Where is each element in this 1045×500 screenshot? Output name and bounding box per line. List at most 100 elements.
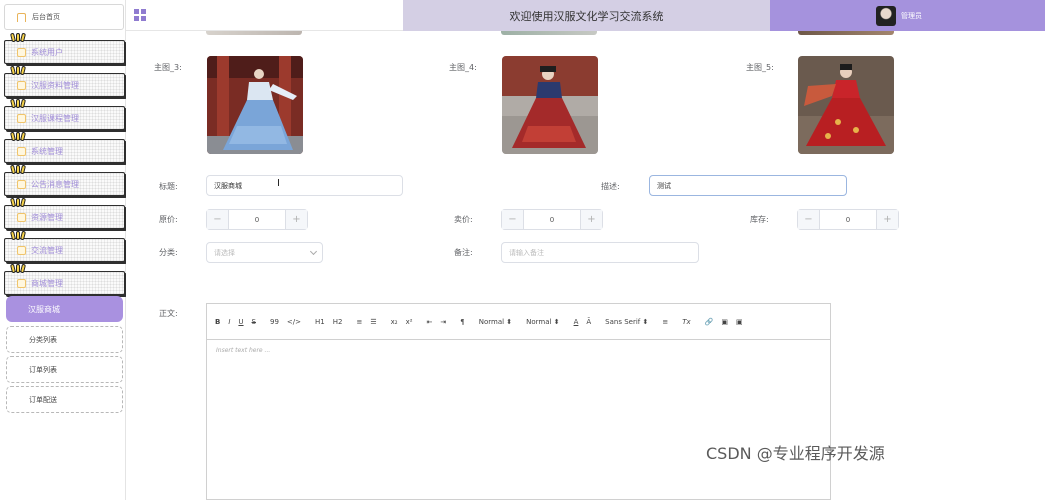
- link-button[interactable]: 🔗: [705, 318, 714, 326]
- clip-icon: [9, 197, 27, 208]
- underline-button[interactable]: U: [238, 318, 243, 326]
- image-strip: [501, 31, 597, 35]
- img4-label: 主图_4:: [449, 63, 477, 72]
- page-title: 欢迎使用汉服文化学习交流系统: [403, 0, 770, 31]
- align-button[interactable]: ≡: [662, 318, 668, 326]
- title-label: 标题:: [159, 182, 178, 191]
- plus-icon[interactable]: +: [580, 210, 602, 229]
- minus-icon[interactable]: −: [207, 210, 229, 229]
- body-label: 正文:: [159, 309, 178, 318]
- sale-price-stepper[interactable]: − 0 +: [501, 209, 603, 230]
- sidebar-item-resource[interactable]: 资源管理: [4, 197, 125, 229]
- strike-button[interactable]: S: [252, 318, 256, 326]
- top-header: 欢迎使用汉服文化学习交流系统 管理员: [126, 0, 1045, 31]
- avatar: [876, 5, 896, 26]
- outdent-button[interactable]: ⇤: [427, 318, 433, 326]
- header-left: [126, 0, 403, 31]
- orig-price-value[interactable]: 0: [229, 210, 285, 229]
- sidebar-item-hanfu-data[interactable]: 汉服资料管理: [4, 65, 125, 97]
- username: 管理员: [901, 11, 922, 20]
- h2-button[interactable]: H2: [333, 318, 343, 326]
- clip-icon: [9, 65, 27, 76]
- title-input[interactable]: 汉服商城: [206, 175, 403, 196]
- size-select[interactable]: Normal ⬍: [479, 318, 512, 326]
- header-select[interactable]: Normal ⬍: [526, 318, 559, 326]
- sale-price-value[interactable]: 0: [524, 210, 580, 229]
- sidebar-item-system[interactable]: 系统管理: [4, 131, 125, 163]
- font-color-button[interactable]: A: [574, 318, 579, 326]
- main-image-3[interactable]: [207, 56, 303, 154]
- main-content: 主图_3: 主图_4: 主图_5: 标题: 汉服商城 I 描述: 测试 原价: …: [126, 31, 1045, 500]
- clip-icon: [9, 32, 27, 43]
- category-select[interactable]: 请选择: [206, 242, 323, 263]
- menu-toggle-icon[interactable]: [134, 9, 146, 21]
- superscript-button[interactable]: x²: [406, 318, 413, 326]
- subscript-button[interactable]: x₂: [391, 318, 398, 326]
- img3-label: 主图_3:: [154, 63, 182, 72]
- code-block-button[interactable]: </>: [287, 318, 301, 326]
- clip-icon: [9, 263, 27, 274]
- sidebar-subitem-orders[interactable]: 订单列表: [6, 356, 123, 383]
- sidebar-item-label: 汉服课程管理: [31, 113, 79, 123]
- sidebar-home-label: 后台首页: [32, 13, 60, 21]
- remark-input[interactable]: 请输入备注: [501, 242, 699, 263]
- plus-icon[interactable]: +: [285, 210, 307, 229]
- italic-button[interactable]: I: [228, 318, 230, 326]
- sidebar-item-label: 资源管理: [31, 212, 63, 222]
- sidebar-item-notice[interactable]: 公告消息管理: [4, 164, 125, 196]
- font-select[interactable]: Sans Serif ⬍: [605, 318, 648, 326]
- sidebar: 后台首页 系统用户 汉服资料管理 汉服课程管理 系统管理 公告消息管理 资源管理…: [0, 0, 126, 500]
- minus-icon[interactable]: −: [502, 210, 524, 229]
- notice-icon: [17, 179, 26, 189]
- ordered-list-button[interactable]: ≡: [356, 318, 362, 326]
- clip-icon: [9, 164, 27, 175]
- h1-button[interactable]: H1: [315, 318, 325, 326]
- category-label: 分类:: [159, 248, 178, 257]
- editor-toolbar: B I U S 99 </> H1 H2 ≡ ☰ x₂ x² ⇤ ⇥ ¶ Nor…: [207, 304, 830, 340]
- bold-button[interactable]: B: [215, 318, 220, 326]
- stock-stepper[interactable]: − 0 +: [797, 209, 899, 230]
- sidebar-item-label: 商城管理: [31, 278, 63, 288]
- sidebar-item-label: 系统用户: [31, 47, 63, 57]
- clear-format-button[interactable]: Tx: [682, 318, 690, 326]
- remark-label: 备注:: [454, 248, 473, 257]
- sidebar-item-exchange[interactable]: 交流管理: [4, 230, 125, 262]
- indent-button[interactable]: ⇥: [440, 318, 446, 326]
- sidebar-home[interactable]: 后台首页: [4, 4, 124, 30]
- sidebar-subitem-category[interactable]: 分类列表: [6, 326, 123, 353]
- editor-content[interactable]: Insert text here ...: [207, 340, 830, 361]
- sidebar-item-label: 交流管理: [31, 245, 63, 255]
- sidebar-item-hanfu-course[interactable]: 汉服课程管理: [4, 98, 125, 130]
- cart-icon: [17, 278, 26, 288]
- stock-value[interactable]: 0: [820, 210, 876, 229]
- video-button[interactable]: ▣: [736, 318, 743, 326]
- blockquote-button[interactable]: 99: [270, 318, 279, 326]
- chevron-down-icon: [309, 247, 318, 256]
- sidebar-item-users[interactable]: 系统用户: [4, 32, 125, 64]
- user-menu[interactable]: 管理员: [770, 0, 1045, 31]
- sidebar-item-label: 汉服资料管理: [31, 80, 79, 90]
- direction-button[interactable]: ¶: [460, 318, 464, 326]
- main-image-5[interactable]: [798, 56, 894, 154]
- rich-text-editor[interactable]: B I U S 99 </> H1 H2 ≡ ☰ x₂ x² ⇤ ⇥ ¶ Nor…: [206, 303, 831, 500]
- sale-price-label: 卖价:: [454, 215, 473, 224]
- bullet-list-button[interactable]: ☰: [370, 318, 376, 326]
- image-button[interactable]: ▣: [721, 318, 728, 326]
- background-color-button[interactable]: Ā: [586, 318, 591, 326]
- sidebar-item-mall[interactable]: 商城管理: [4, 263, 125, 295]
- minus-icon[interactable]: −: [798, 210, 820, 229]
- orig-price-stepper[interactable]: − 0 +: [206, 209, 308, 230]
- sidebar-item-label: 公告消息管理: [31, 179, 79, 189]
- img5-label: 主图_5:: [746, 63, 774, 72]
- plus-icon[interactable]: +: [876, 210, 898, 229]
- clip-icon: [9, 131, 27, 142]
- desc-input[interactable]: 测试: [649, 175, 847, 196]
- home-icon: [17, 12, 26, 22]
- sidebar-subitem-hanfu-mall[interactable]: 汉服商城: [6, 296, 123, 322]
- folder-icon: [17, 113, 26, 123]
- main-image-4[interactable]: [502, 56, 598, 154]
- sidebar-subitem-delivery[interactable]: 订单配送: [6, 386, 123, 413]
- orig-price-label: 原价:: [159, 215, 178, 224]
- clip-icon: [9, 230, 27, 241]
- user-icon: [17, 47, 26, 57]
